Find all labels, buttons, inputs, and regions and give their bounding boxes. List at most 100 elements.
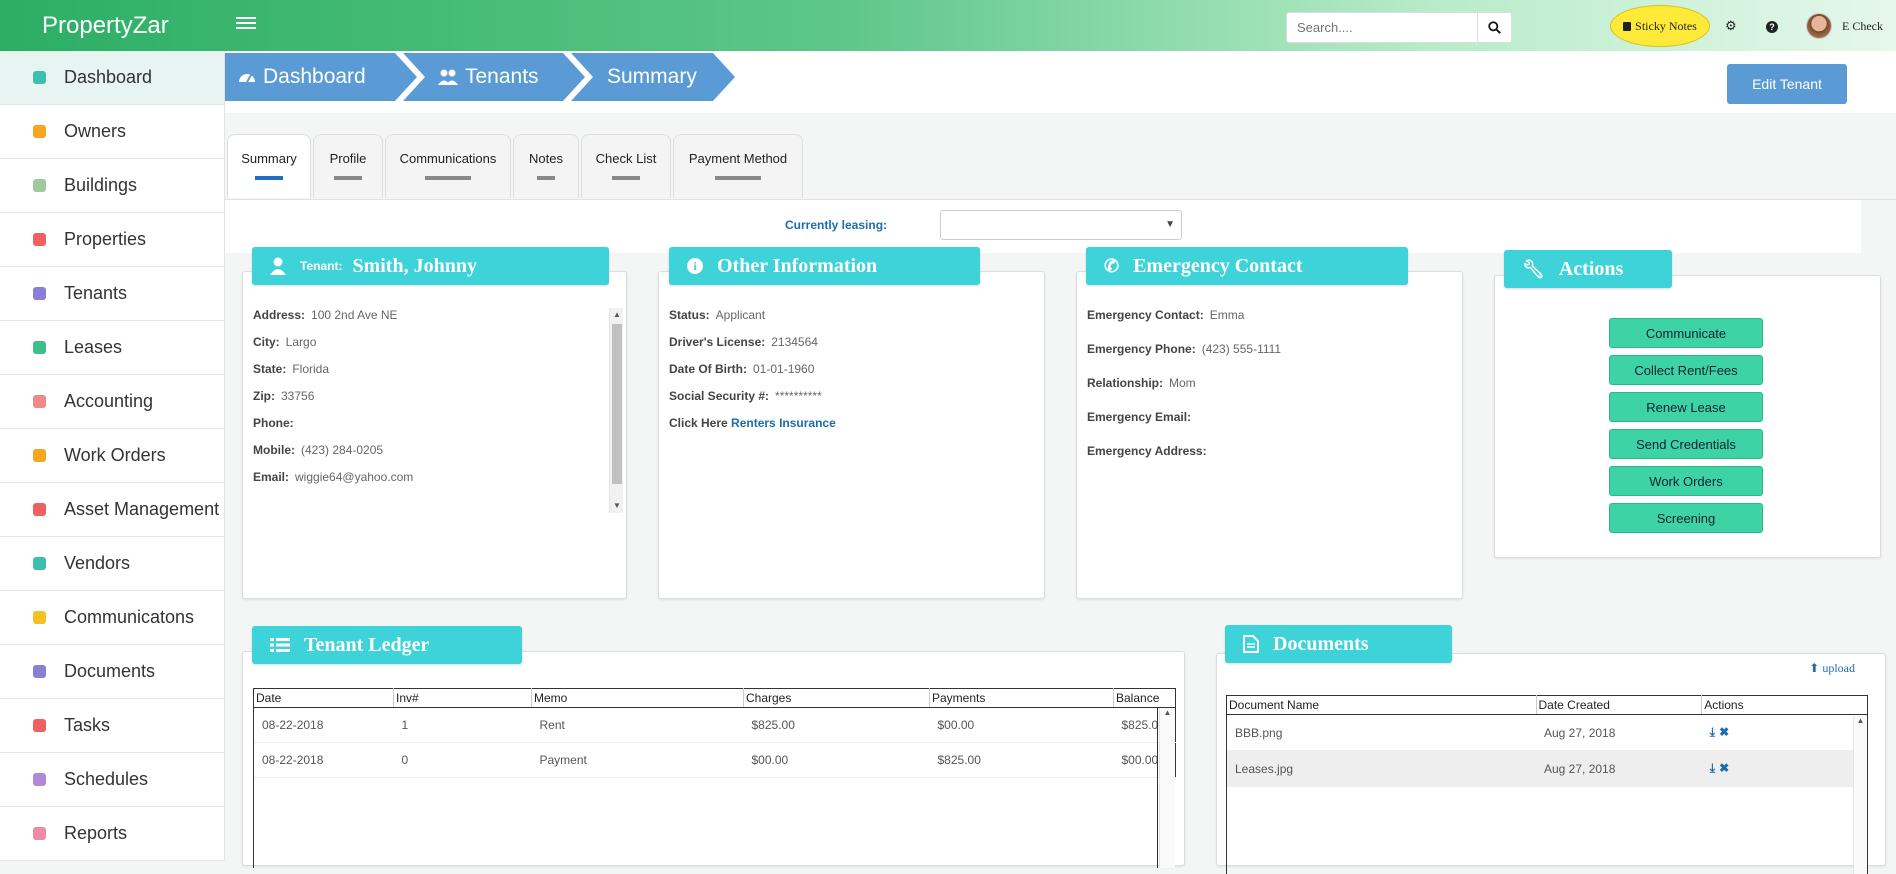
brand-logo[interactable]: PropertyZar (42, 12, 169, 40)
tenant-name: Smith, Johnny (352, 254, 477, 277)
send-credentials-button[interactable]: Send Credentials (1609, 429, 1763, 459)
search-button[interactable] (1477, 13, 1511, 42)
sidebar-item-leases[interactable]: Leases (0, 321, 224, 375)
sidebar-item-documents[interactable]: Documents (0, 645, 224, 699)
breadcrumb-dashboard[interactable]: Dashboard (225, 53, 417, 101)
sidebar-item-tasks[interactable]: Tasks (0, 699, 224, 753)
tasks-icon (28, 717, 50, 735)
documents-title: Documents (1273, 632, 1369, 655)
menu-toggle-icon[interactable] (236, 14, 256, 32)
tenant-prefix: Tenant: (300, 259, 343, 273)
edit-tenant-button[interactable]: Edit Tenant (1727, 64, 1847, 104)
person-icon (28, 555, 50, 573)
other-info-card: Status: Applicant Driver's License: 2134564… (658, 271, 1045, 599)
upload-button[interactable]: ⬆ upload (1809, 661, 1855, 676)
tab-check-list[interactable]: Check List (581, 134, 671, 198)
phone-icon: ✆ (1104, 255, 1120, 276)
sticky-notes-button[interactable]: Sticky Notes (1610, 5, 1710, 47)
help-icon[interactable]: ? (1766, 18, 1778, 33)
gear-icon[interactable]: ⚙ (1725, 18, 1737, 34)
money-icon (28, 393, 50, 411)
sidebar-item-work-orders[interactable]: Work Orders (0, 429, 224, 483)
field-value: (423) 284-0205 (301, 443, 384, 457)
breadcrumb-summary[interactable]: Summary (571, 53, 735, 101)
sidebar-item-dashboard[interactable]: Dashboard (0, 51, 224, 105)
sidebar-item-owners[interactable]: Owners (0, 105, 224, 159)
field-label: Status: (669, 308, 710, 322)
sidebar-item-properties[interactable]: Properties (0, 213, 224, 267)
field-value: Mom (1169, 376, 1196, 390)
tenant-card: Address: 100 2nd Ave NE City: Largo State: Fl… (242, 271, 627, 599)
column-header[interactable]: Inv# (393, 688, 532, 708)
flag-icon (28, 825, 50, 843)
collect-rent-fees-button[interactable]: Collect Rent/Fees (1609, 355, 1763, 385)
column-header[interactable]: Payments (929, 688, 1114, 708)
field-label: Address: (253, 308, 306, 322)
tenant-field: Mobile: (423) 284-0205 (253, 443, 623, 457)
breadcrumb-tenants[interactable]: Tenants (403, 53, 585, 101)
emergency-field: Emergency Address: (1087, 444, 1281, 458)
ledger-body-frame (253, 708, 1158, 868)
avatar[interactable] (1806, 13, 1832, 39)
work-orders-button[interactable]: Work Orders (1609, 466, 1763, 496)
tab-label: Payment Method (688, 151, 788, 166)
other-info-field: Date Of Birth: 01-01-1960 (669, 362, 836, 376)
communicate-button[interactable]: Communicate (1609, 318, 1763, 348)
column-header[interactable]: Charges (743, 688, 930, 708)
field-value: 100 2nd Ave NE (311, 308, 398, 322)
sidebar-item-asset-management[interactable]: Asset Management (0, 483, 224, 537)
sidebar-item-vendors[interactable]: Vendors (0, 537, 224, 591)
tab-communications[interactable]: Communications (385, 134, 511, 198)
renew-lease-button[interactable]: Renew Lease (1609, 392, 1763, 422)
scrollbar[interactable]: ▲ (1159, 708, 1175, 868)
emergency-field: Emergency Phone: (423) 555-1111 (1087, 342, 1281, 356)
sidebar-item-label: Leases (64, 337, 123, 357)
tenant-field: State: Florida (253, 362, 623, 376)
list-icon (28, 501, 50, 519)
screening-button[interactable]: Screening (1609, 503, 1763, 533)
renters-insurance-link[interactable]: Renters Insurance (731, 416, 836, 430)
field-value: 2134564 (771, 335, 818, 349)
other-info-field: Driver's License: 2134564 (669, 335, 836, 349)
user-icon (28, 123, 50, 141)
sidebar-item-label: Communicatons (64, 607, 195, 627)
field-label: Emergency Contact: (1087, 308, 1204, 322)
tenant-details-scroll[interactable]: Address: 100 2nd Ave NE City: Largo State: Fl… (253, 308, 623, 513)
building-icon (28, 177, 50, 195)
sidebar-item-schedules[interactable]: Schedules (0, 753, 224, 807)
other-info-title: Other Information (717, 254, 878, 277)
field-value: 01-01-1960 (753, 362, 815, 376)
dashboard-icon (28, 69, 50, 87)
column-header[interactable]: Balance (1113, 688, 1176, 708)
column-header[interactable]: Actions (1701, 695, 1868, 715)
sidebar-item-label: Reports (64, 823, 128, 843)
search-input[interactable] (1287, 13, 1477, 42)
user-name[interactable]: E Check (1842, 19, 1883, 34)
scrollbar[interactable]: ▲ ▼ (609, 308, 623, 513)
sidebar-item-tenants[interactable]: Tenants (0, 267, 224, 321)
breadcrumb-label: Summary (607, 65, 697, 88)
currently-leasing-select[interactable]: ▼ (940, 210, 1182, 240)
field-value: Emma (1209, 308, 1245, 322)
sidebar-item-buildings[interactable]: Buildings (0, 159, 224, 213)
scrollbar[interactable]: ▲ (1853, 716, 1867, 874)
sidebar-item-label: Properties (64, 229, 147, 249)
sidebar-item-label: Buildings (64, 175, 138, 195)
users-icon (28, 285, 50, 303)
sidebar-item-communicatons[interactable]: Communicatons (0, 591, 224, 645)
field-label: Mobile: (253, 443, 295, 457)
tab-profile[interactable]: Profile (313, 134, 383, 198)
column-header[interactable]: Memo (531, 688, 744, 708)
tab-payment-method[interactable]: Payment Method (673, 134, 803, 198)
sidebar-item-reports[interactable]: Reports (0, 807, 224, 861)
field-label: Phone: (253, 416, 294, 430)
sidebar-item-accounting[interactable]: Accounting (0, 375, 224, 429)
tenant-field: City: Largo (253, 335, 623, 349)
tab-summary[interactable]: Summary (227, 134, 311, 198)
tab-notes[interactable]: Notes (513, 134, 579, 198)
column-header[interactable]: Date (253, 688, 394, 708)
column-header[interactable]: Date Created (1535, 695, 1702, 715)
currently-leasing-row: Currently leasing: ▼ (225, 200, 1861, 253)
user-icon (270, 257, 286, 275)
column-header[interactable]: Document Name (1226, 695, 1536, 715)
